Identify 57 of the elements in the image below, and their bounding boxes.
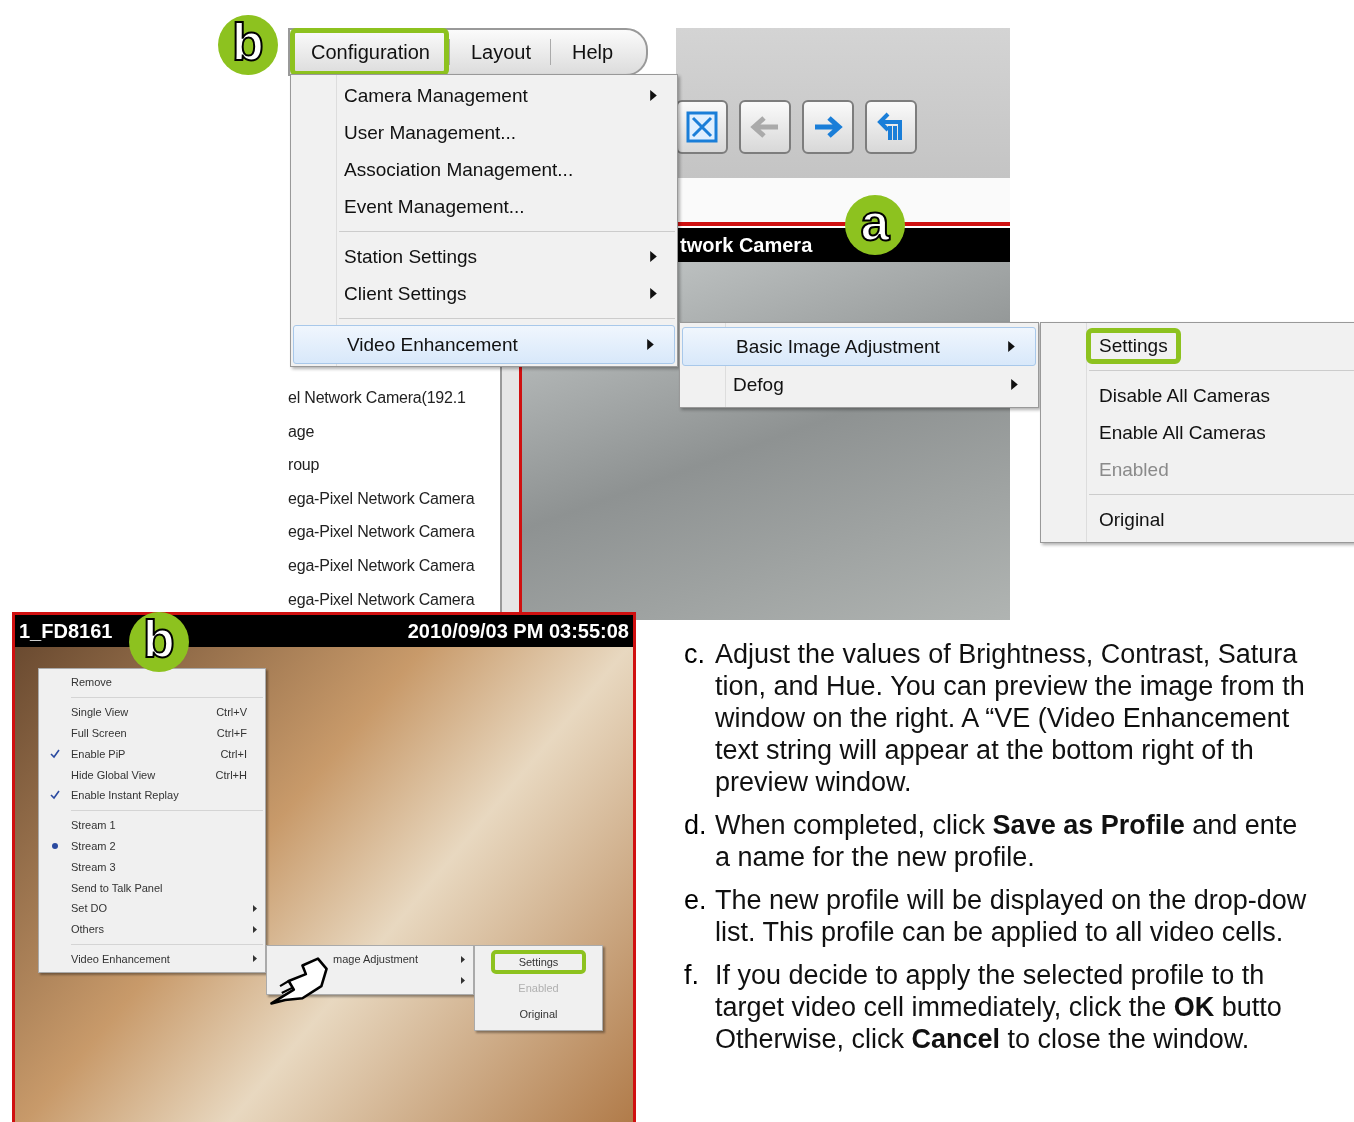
instruction-text: list. This profile can be applied to all video cells. [715, 916, 1285, 948]
menu-item[interactable]: mage Adjustment [267, 949, 473, 970]
menu-tab[interactable]: Layout [449, 28, 551, 76]
menu-item[interactable]: Single View Ctrl+V [39, 701, 265, 723]
menu-item[interactable]: Association Management... [291, 151, 677, 188]
menu-item[interactable]: Basic Image Adjustment [682, 327, 1036, 366]
menu-item[interactable]: Stream 1 [39, 814, 265, 836]
callout-label: b [218, 15, 278, 75]
camera-list-item[interactable]: ega-Pixel Network Camera [288, 520, 500, 545]
menu-item[interactable]: Hide Global View Ctrl+H [39, 764, 265, 785]
menu-item[interactable]: Client Settings [291, 275, 677, 312]
menu-tab[interactable]: Help [551, 28, 633, 76]
menu-item[interactable]: Send to Talk Panel [39, 877, 265, 898]
menu-item[interactable]: Disable All Cameras [1041, 377, 1354, 414]
menu-item[interactable]: Enable All Cameras [1041, 414, 1354, 451]
instruction-text: a name for the new profile. [715, 841, 1036, 873]
instruction-text: Otherwise, click Cancel to close the window. [715, 1023, 1251, 1055]
fullscreen-icon[interactable] [676, 100, 728, 154]
instruction-text: target video cell immediately, click the OK butto [715, 991, 1282, 1023]
menu-item[interactable]: Enable Instant Replay [39, 785, 265, 806]
instruction-text: window on the right. A “VE (Video Enhancement [715, 702, 1291, 734]
camera-list-item[interactable]: ega-Pixel Network Camera [288, 486, 500, 511]
instruction-text: If you decide to apply the selected profile to th [715, 959, 1266, 991]
list-marker: e. [684, 884, 708, 917]
menu-item[interactable]: Stream 2 [39, 835, 265, 857]
list-marker: c. [684, 638, 706, 671]
camera-list-item[interactable]: roup [288, 453, 500, 478]
menu-item[interactable]: Enable PiP Ctrl+I [39, 743, 265, 765]
list-marker: d. [684, 809, 708, 842]
camera-list-item[interactable]: age [288, 419, 500, 444]
list-marker: f. [684, 959, 700, 992]
menu-item[interactable]: Set DO [39, 897, 265, 919]
menu-item[interactable]: Stream 3 [39, 856, 265, 878]
instruction-text: When completed, click Save as Profile and ente [715, 809, 1298, 841]
instruction-text: text string will appear at the bottom right of th [715, 734, 1255, 766]
instruction-text: Adjust the values of Brightness, Contrast, Satura [715, 638, 1299, 670]
timestamp: 2010/09/03 PM 03:55:08 [407, 619, 629, 643]
instruction-text: preview window. [715, 766, 913, 798]
menu-item[interactable]: Defog [680, 366, 1038, 403]
menu-item[interactable]: Settings [1041, 327, 1354, 364]
camera-list-item[interactable]: ega-Pixel Network Camera [288, 553, 500, 578]
camera-list-item[interactable]: ega-Pixel Network Camera [288, 587, 500, 612]
instruction-text: The new profile will be displayed on the drop-dow [715, 884, 1307, 916]
instruction-text: tion, and Hue. You can preview the image from th [715, 670, 1305, 702]
menu-item[interactable]: Video Enhancement [39, 948, 265, 970]
menu-item[interactable]: Station Settings [291, 238, 677, 275]
menu-item[interactable]: User Management... [291, 114, 677, 151]
menu-item[interactable]: Others [39, 918, 265, 940]
menu-item[interactable]: Camera Management [291, 77, 677, 114]
camera-name: 1_FD8161 [19, 619, 113, 643]
menu-item[interactable]: Video Enhancement [293, 325, 675, 364]
menu-item[interactable]: Remove [39, 672, 265, 693]
menu-item[interactable]: Original [475, 1001, 602, 1027]
menu-item[interactable]: Full Screen Ctrl+F [39, 722, 265, 744]
menu-item[interactable]: Event Management... [291, 188, 677, 225]
camera-list-item[interactable]: el Network Camera(192.1 [288, 386, 500, 410]
menu-item[interactable]: Original [1041, 501, 1354, 538]
